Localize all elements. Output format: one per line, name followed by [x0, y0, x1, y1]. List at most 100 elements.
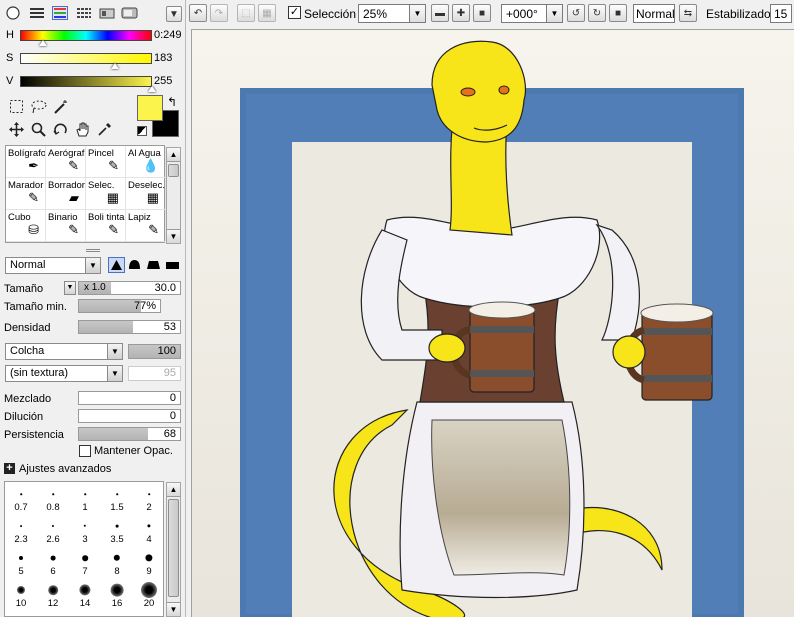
panel-splitter[interactable] [86, 249, 100, 252]
size-preset[interactable]: 5 [5, 548, 37, 578]
scroll-up-icon[interactable]: ▲ [167, 148, 180, 162]
keep-opacity-checkbox[interactable] [79, 445, 91, 457]
density-slider[interactable]: 53 [78, 320, 181, 334]
invert-selection-button[interactable]: ▦ [258, 4, 276, 22]
swatches-icon[interactable] [99, 6, 115, 20]
scroll-down-icon[interactable]: ▼ [167, 602, 180, 616]
brush-shape-soft-button[interactable] [146, 257, 163, 273]
size-preset[interactable]: 3 [69, 516, 101, 546]
brush-shape-sharp-button[interactable] [108, 257, 125, 273]
size-presets-scrollbar[interactable]: ▲ ▼ [166, 482, 181, 617]
brush-tool-eraser[interactable]: Borrador ▰ [46, 178, 86, 210]
saturation-slider[interactable] [20, 53, 152, 64]
rotate-icon[interactable] [52, 121, 69, 138]
size-preset-label: 5 [18, 566, 24, 577]
brush-grid-scroll-thumb[interactable] [168, 164, 179, 177]
size-presets-scroll-thumb[interactable] [168, 499, 179, 597]
brush-tool-watercolor[interactable]: Al Agua 💧 [126, 146, 166, 178]
flip-horizontal-button[interactable]: ⇆ [679, 4, 697, 22]
brush-tool-brush[interactable]: Pincel ✎ [86, 146, 126, 178]
rect-select-icon[interactable] [8, 98, 25, 115]
persistence-slider[interactable]: 68 [78, 427, 181, 441]
rotation-select[interactable]: +000° ▼ [501, 4, 563, 23]
zoom-out-button[interactable]: ▬ [431, 4, 449, 22]
size-preset[interactable]: 20 [133, 580, 163, 610]
undo-button[interactable]: ↶ [189, 4, 207, 22]
size-preset[interactable]: 2.6 [37, 516, 69, 546]
size-preset[interactable]: 14 [69, 580, 101, 610]
brush-shape-round-button[interactable] [127, 257, 144, 273]
zoom-select[interactable]: 25% ▼ [358, 4, 426, 23]
min-size-slider[interactable]: 77% [78, 299, 161, 313]
size-preset[interactable]: 6 [37, 548, 69, 578]
size-preset[interactable]: 1 [69, 484, 101, 514]
reset-colors-icon[interactable] [137, 126, 147, 136]
magic-wand-icon[interactable] [52, 98, 69, 115]
brush-shape-select[interactable]: Colcha ▼ [5, 343, 123, 360]
brush-grid-scrollbar[interactable]: ▲ ▼ [166, 147, 181, 244]
hsv-sliders-icon[interactable] [52, 6, 68, 20]
zoom-in-button[interactable]: ✚ [452, 4, 470, 22]
brush-tool-ink-pen[interactable]: Boli tinta ✎ [86, 210, 126, 242]
brush-blend-select[interactable]: Normal ▼ [5, 257, 101, 274]
blend-slider[interactable]: 0 [78, 391, 181, 405]
size-dropdown-icon[interactable]: ▼ [64, 281, 76, 295]
hand-icon[interactable] [74, 121, 91, 138]
brush-tool-marker[interactable]: Marador ✎ [6, 178, 46, 210]
rotate-left-button[interactable]: ↺ [567, 4, 585, 22]
size-preset[interactable]: 16 [101, 580, 133, 610]
brush-texture-select[interactable]: (sin textura) ▼ [5, 365, 123, 382]
size-preset[interactable]: 1.5 [101, 484, 133, 514]
stabilizer-select[interactable]: 15 [770, 4, 792, 23]
size-preset[interactable]: 2 [133, 484, 163, 514]
hue-slider-knob[interactable] [39, 40, 48, 46]
foreground-color-swatch[interactable] [137, 95, 163, 121]
scroll-up-icon[interactable]: ▲ [167, 483, 180, 497]
brush-tool-binary[interactable]: Binario ✎ [46, 210, 86, 242]
move-icon[interactable] [8, 121, 25, 138]
zoom-reset-button[interactable]: ■ [473, 4, 491, 22]
size-preset[interactable]: 0.7 [5, 484, 37, 514]
rotate-reset-button[interactable]: ■ [609, 4, 627, 22]
swap-colors-icon[interactable]: ↰ [167, 95, 177, 109]
size-preset[interactable]: 0.8 [37, 484, 69, 514]
size-preset[interactable]: 3.5 [101, 516, 133, 546]
eyedropper-icon[interactable] [96, 121, 113, 138]
scratchpad-icon[interactable] [121, 6, 138, 20]
brush-tool-airbrush[interactable]: Aerógraf ✎ [46, 146, 86, 178]
zoom-icon[interactable] [30, 121, 47, 138]
saturation-slider-knob[interactable] [111, 63, 120, 69]
scroll-down-icon[interactable]: ▼ [167, 229, 180, 243]
value-slider[interactable] [20, 76, 152, 87]
size-slider[interactable]: x 1.0 30.0 [78, 281, 181, 295]
deselect-button[interactable]: ⬚ [237, 4, 255, 22]
size-preset[interactable]: 9 [133, 548, 163, 578]
chevron-down-icon: ▼ [546, 5, 562, 22]
size-preset[interactable]: 4 [133, 516, 163, 546]
selection-checkbox[interactable]: ✓ [288, 6, 301, 19]
brush-tool-pencil[interactable]: Lapiz ✎ [126, 210, 166, 242]
brush-tool-pen[interactable]: Bolígrafo ✒ [6, 146, 46, 178]
brush-tool-deselect-brush[interactable]: Deselec. ▦ [126, 178, 166, 210]
dilution-slider[interactable]: 0 [78, 409, 181, 423]
panel-menu-button[interactable]: ▼ [166, 6, 182, 22]
advanced-settings-label[interactable]: Ajustes avanzados [19, 463, 111, 475]
brush-tool-select-brush[interactable]: Selec. ▦ [86, 178, 126, 210]
size-preset[interactable]: 10 [5, 580, 37, 610]
expand-plus-icon[interactable]: + [4, 463, 15, 474]
lasso-icon[interactable] [30, 98, 47, 115]
shape-strength-slider[interactable]: 100 [128, 344, 181, 359]
drawing-canvas[interactable] [191, 29, 794, 617]
color-table-icon[interactable] [76, 6, 92, 20]
size-preset[interactable]: 7 [69, 548, 101, 578]
size-preset[interactable]: 2.3 [5, 516, 37, 546]
redo-button[interactable]: ↷ [210, 4, 228, 22]
brush-tool-bucket[interactable]: Cubo ⛁ [6, 210, 46, 242]
size-preset[interactable]: 12 [37, 580, 69, 610]
rotate-right-button[interactable]: ↻ [588, 4, 606, 22]
color-wheel-icon[interactable] [5, 6, 21, 20]
blend-mode-box[interactable]: Normal [633, 4, 675, 23]
size-preset[interactable]: 8 [101, 548, 133, 578]
rgb-sliders-icon[interactable] [29, 6, 45, 20]
brush-shape-flat-button[interactable] [165, 257, 182, 273]
